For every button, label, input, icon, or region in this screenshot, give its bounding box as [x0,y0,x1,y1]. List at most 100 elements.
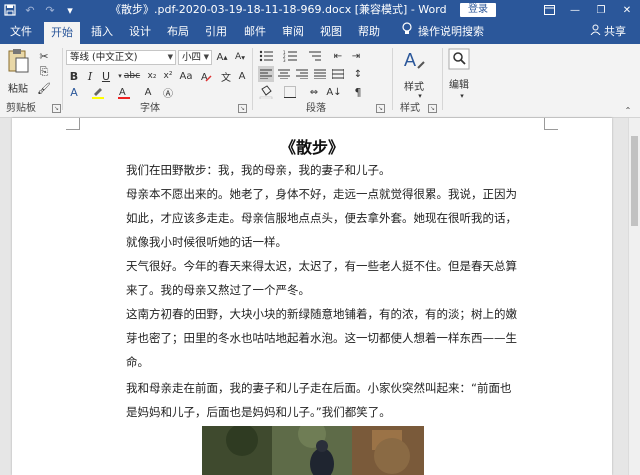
ribbon-tabs: 文件 开始 插入 设计 布局 引用 邮件 审阅 视图 帮助 操作说明搜索 共享 [0,20,640,44]
paragraph-group-label: 段落 [306,103,326,114]
font-size-select[interactable]: 小四 ▼ [178,50,212,65]
vertical-scrollbar[interactable] [628,118,640,475]
tab-review[interactable]: 审阅 [277,20,309,44]
customize-toolbar-icon[interactable]: ▾ [60,0,80,20]
font-name-select[interactable]: 等线 (中文正文) ▼ [66,50,176,65]
scrollbar-thumb[interactable] [631,136,638,226]
text-effects-icon[interactable]: A [66,84,82,100]
paragraph: 母亲本不愿出来的。她老了，身体不好，走远一点就觉得很累。我说，正因为如此，才应该… [126,187,517,249]
ribbon-home: 粘贴 ✂ ⎘ 🖌 剪贴板 ↘ 等线 (中文正文) ▼ 小四 ▼ A ▴ A ▾ B I … [0,44,640,118]
tab-layout[interactable]: 布局 [162,20,194,44]
collapse-ribbon-icon[interactable]: ⌃ [620,102,636,118]
clipboard-group-label: 剪贴板 [6,103,36,114]
paragraph: 这南方初春的田野，大块小块的新绿随意地铺着，有的浓，有的淡；树上的嫩芽也密了；田… [126,307,517,369]
paste-button[interactable]: 粘贴 [6,48,30,95]
italic-icon[interactable]: I [82,68,98,84]
editing-dropdown-icon[interactable]: ▾ [454,88,470,104]
styles-icon: A [402,48,426,76]
share-button[interactable]: 共享 [590,20,626,44]
save-icon[interactable] [0,0,20,20]
ribbon-display-options-icon[interactable] [536,0,562,20]
close-icon[interactable]: ✕ [614,0,640,20]
font-size-value: 小四 [182,52,202,63]
line-spacing-icon[interactable]: ↕ [350,66,366,82]
redo-icon[interactable]: ↷ [40,0,60,20]
character-shading-icon[interactable]: A [140,84,156,100]
window-title: 《散步》.pdf-2020-03-19-18-11-18-969.docx [兼… [110,3,447,16]
title-bar: ↶ ↷ ▾ 《散步》.pdf-2020-03-19-18-11-18-969.d… [0,0,640,20]
font-name-value: 等线 (中文正文) [70,52,138,63]
align-center-icon[interactable] [276,66,292,82]
crop-mark [544,118,558,130]
change-case-icon[interactable]: Aa [178,68,194,84]
paragraph: 天气很好。今年的春天来得太迟，太迟了，有一些老人挺不住。但是春天总算来了。我的母… [126,259,517,297]
login-button[interactable]: 登录 [460,3,496,17]
styles-group-label: 样式 [400,103,420,114]
inline-photo[interactable] [202,426,424,475]
shrink-font-icon[interactable]: A ▾ [232,49,248,65]
document-title: 《散步》 [279,138,344,157]
justify-icon[interactable] [312,66,328,82]
svg-text:A: A [119,87,126,98]
tab-insert[interactable]: 插入 [86,20,118,44]
crop-mark [66,118,80,130]
editing-icon [448,48,470,74]
sort-icon[interactable]: A↓ [326,84,342,100]
tab-help[interactable]: 帮助 [353,20,385,44]
decrease-indent-icon[interactable]: ⇤ [330,48,346,64]
share-label: 共享 [604,25,626,38]
increase-indent-icon[interactable]: ⇥ [348,48,364,64]
highlight-icon[interactable] [90,84,106,100]
clipboard-launcher-icon[interactable]: ↘ [52,104,61,113]
cut-icon[interactable]: ✂ [36,48,52,64]
paragraph-launcher-icon[interactable]: ↘ [376,104,385,113]
undo-icon[interactable]: ↶ [20,0,40,20]
restore-icon[interactable]: ❐ [588,0,614,20]
editing-button[interactable]: 编辑 [448,48,470,91]
tell-me-search[interactable]: 操作说明搜索 [402,20,484,44]
tab-design[interactable]: 设计 [124,20,156,44]
font-color-icon[interactable]: A [116,84,132,100]
document-page[interactable]: 《散步》 我们在田野散步：我，我的母亲，我的妻子和儿子。 母亲本不愿出来的。她老… [12,118,612,475]
font-group-label: 字体 [140,103,160,114]
superscript-icon[interactable]: x² [160,68,176,84]
copy-icon[interactable]: ⎘ [36,64,52,80]
clear-formatting-icon[interactable]: A [198,68,214,84]
grow-font-icon[interactable]: A ▴ [214,49,230,65]
paste-label: 粘贴 [8,84,28,95]
clipboard-icon [6,48,30,78]
minimize-icon[interactable]: — [562,0,588,20]
svg-text:A: A [404,50,416,70]
quick-access-toolbar: ↶ ↷ ▾ [0,0,80,20]
multilevel-list-icon[interactable] [306,48,322,64]
align-left-icon[interactable] [258,66,274,82]
format-painter-icon[interactable]: 🖌 [36,80,52,96]
tab-file[interactable]: 文件 [4,20,38,44]
person-icon [590,20,601,44]
font-launcher-icon[interactable]: ↘ [238,104,247,113]
numbering-icon[interactable]: 123 [282,48,298,64]
enclose-characters-icon[interactable]: A [234,68,250,84]
bold-icon[interactable]: B [66,68,82,84]
tab-references[interactable]: 引用 [200,20,232,44]
subscript-icon[interactable]: x₂ [144,68,160,84]
bullets-icon[interactable] [258,48,274,64]
lightbulb-icon [402,20,412,44]
distributed-icon[interactable] [330,66,346,82]
character-border-icon[interactable]: Ⓐ [160,84,176,100]
tab-view[interactable]: 视图 [315,20,347,44]
phonetic-guide-icon[interactable]: 文 [218,68,234,84]
show-formatting-marks-icon[interactable]: ¶ [350,84,366,100]
shading-icon[interactable] [258,84,274,100]
align-right-icon[interactable] [294,66,310,82]
svg-text:3: 3 [283,58,286,62]
tell-me-label: 操作说明搜索 [418,25,484,38]
styles-launcher-icon[interactable]: ↘ [428,104,437,113]
borders-icon[interactable] [282,84,298,100]
tab-mailings[interactable]: 邮件 [239,20,271,44]
paragraph: 我和母亲走在前面，我的妻子和儿子走在后面。小家伙突然叫起来：“前面也是妈妈和儿子… [126,381,512,419]
tab-home[interactable]: 开始 [44,22,80,44]
chinese-layout-icon[interactable]: ⇔ [306,84,322,100]
strikethrough-icon[interactable]: abc [124,68,140,84]
styles-button[interactable]: A 样式 [402,48,426,93]
